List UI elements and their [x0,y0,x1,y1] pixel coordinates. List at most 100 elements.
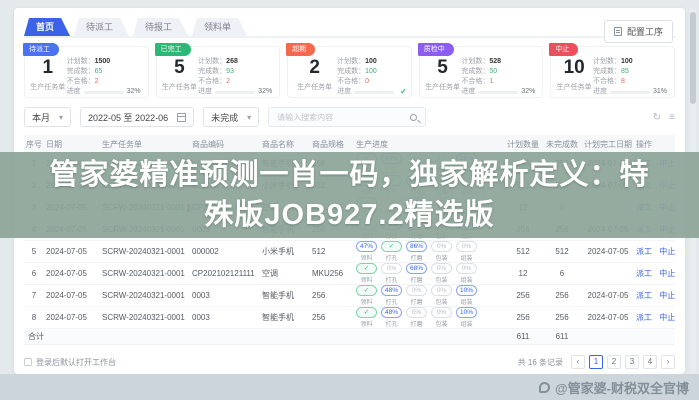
plan-stat: 计划数：268 [198,57,275,67]
card-count: 2 [292,57,337,79]
stage-status-pill: 10% [456,307,477,318]
dispatch-link[interactable]: 派工 [636,291,652,300]
plan-stat: 计划数：528 [461,57,538,67]
card-count: 5 [161,57,199,79]
dispatch-link[interactable]: 派工 [636,269,652,278]
prev-page-button[interactable]: ‹ [571,355,585,369]
cell-actions: 派工 中止 [634,290,675,301]
records-count: 共 16 条记录 [518,357,563,368]
card-label: 生产任务单 [555,82,593,92]
stat-card[interactable]: 中止 10 生产任务单 计划数：100 完成数：85 不合格：8 进度 31% [550,46,675,98]
watermark: @管家婆-财税双全官博 [539,378,689,397]
stage-item: 10% 组装 [456,285,477,306]
total-unfinished-qty: 611 [542,332,582,341]
page-number-button[interactable]: 3 [625,355,639,369]
stage-status-pill: 0% [456,241,477,252]
defect-stat-label: 不合格： [67,78,95,85]
stage-label: 包装 [431,275,452,284]
period-select[interactable]: 本月 ▾ [24,107,71,127]
cell-product-name: 空调 [260,268,310,279]
tab-to-dispatch[interactable]: 待派工 [74,18,129,36]
abort-link[interactable]: 中止 [659,313,675,322]
scrollbar-thumb[interactable] [690,12,696,104]
progress-percent: 32% [521,87,535,97]
done-stat-value: 93 [226,68,234,75]
stage-status-pill: 48% [381,285,402,296]
stage-item: 0% 包装 [431,241,452,262]
abort-link[interactable]: 中止 [659,269,675,278]
column-header-unfinished-qty: 未完成数 [542,139,582,150]
columns-icon[interactable]: ≡ [669,112,675,123]
done-stat: 完成数：85 [593,67,670,77]
done-stat-label: 完成数： [337,68,365,75]
stage-label: 组装 [456,297,477,306]
configure-process-button[interactable]: 配置工序 [604,20,673,43]
status-select[interactable]: 未完成 ▾ [203,107,259,127]
dispatch-link[interactable]: 派工 [636,313,652,322]
tab-material-orders[interactable]: 领料单 [192,18,247,36]
pagination: 共 16 条记录 ‹ 1 2 3 4 › [518,355,675,369]
progress-stat-label: 进度 [67,87,81,97]
defect-stat-label: 不合格： [198,78,226,85]
cell-plan-qty: 12 [504,269,542,278]
page-number-button[interactable]: 4 [643,355,657,369]
table-row[interactable]: 8 2024-07-05 SCRW-20240321-0001 0003 智能手… [24,307,675,329]
column-header-product-spec: 商品规格 [310,139,354,150]
cell-progress-stages: ✓ 领料 48% 打孔 0% [354,285,504,306]
progress-bar [84,91,124,94]
plan-stat-label: 计划数： [67,58,95,65]
stat-card[interactable]: 质检中 5 生产任务单 计划数：528 完成数：50 不合格：1 进度 32% [419,46,544,98]
done-stat-value: 100 [365,68,377,75]
stage-status-pill: 0% [431,241,452,252]
table-row[interactable]: 7 2024-07-05 SCRW-20240321-0001 0003 智能手… [24,285,675,307]
period-select-value: 本月 [32,111,50,124]
stage-status-pill: ✓ [356,307,377,318]
stage-label: 打孔 [381,319,402,328]
progress-bar [215,91,255,94]
defect-stat-label: 不合格： [461,78,489,85]
open-workbench-checkbox[interactable]: 登录后默认打开工作台 [24,357,116,368]
status-badge: 质检中 [418,43,454,56]
tab-home[interactable]: 首页 [24,18,70,36]
stage-item: 0% 组装 [456,263,477,284]
card-stats: 计划数：1500 完成数：65 不合格：2 进度 32% [67,57,144,93]
defect-stat-value: 2 [95,78,99,85]
abort-link[interactable]: 中止 [659,247,675,256]
tab-to-report[interactable]: 待报工 [133,18,188,36]
status-badge: 已完工 [155,43,191,56]
stage-status-pill: 48% [381,307,402,318]
stage-item: 68% 打磨 [406,263,427,284]
search-input[interactable]: 请输入搜索内容 [268,107,426,127]
stage-status-pill: 0% [431,263,452,274]
refresh-icon[interactable]: ↻ [653,112,661,123]
defect-stat-value: 2 [226,78,230,85]
stage-item: ✓ 领料 [356,307,377,328]
search-placeholder: 请输入搜索内容 [277,112,333,123]
promo-text-line2: 殊版JOB927.2精选版 [204,195,494,235]
stat-card[interactable]: 已完工 5 生产任务单 计划数：268 完成数：93 不合格：2 进度 32% [156,46,281,98]
cell-plan-qty: 256 [504,313,542,322]
date-range-picker[interactable]: 2022-05 至 2022-06 [80,107,194,127]
column-header-task-no: 生产任务单 [100,139,190,150]
cell-product-code: 000002 [190,247,260,256]
cell-date: 2024-07-05 [44,247,100,256]
search-icon[interactable] [410,114,417,121]
plan-stat-label: 计划数： [198,58,226,65]
dispatch-link[interactable]: 派工 [636,247,652,256]
checkbox-box[interactable] [24,358,32,366]
table-row[interactable]: 5 2024-07-05 SCRW-20240321-0001 000002 小… [24,241,675,263]
cell-unfinished-qty: 6 [542,269,582,278]
stat-card[interactable]: 超期 2 生产任务单 计划数：100 完成数：100 不合格：0 进度 [287,46,412,98]
page-number-button[interactable]: 2 [607,355,621,369]
cell-product-code: CP202102121111 [190,269,260,278]
stage-item: ✓ 打孔 [381,241,402,262]
cell-unfinished-qty: 256 [542,313,582,322]
table-row[interactable]: 6 2024-07-05 SCRW-20240321-0001 CP202102… [24,263,675,285]
stat-card[interactable]: 待派工 1 生产任务单 计划数：1500 完成数：65 不合格：2 进度 32% [24,46,149,98]
abort-link[interactable]: 中止 [659,291,675,300]
stage-item: 0% 组装 [456,241,477,262]
page-number-button[interactable]: 1 [589,355,603,369]
next-page-button[interactable]: › [661,355,675,369]
progress-percent: 31% [653,87,667,97]
stage-label: 打磨 [406,275,427,284]
